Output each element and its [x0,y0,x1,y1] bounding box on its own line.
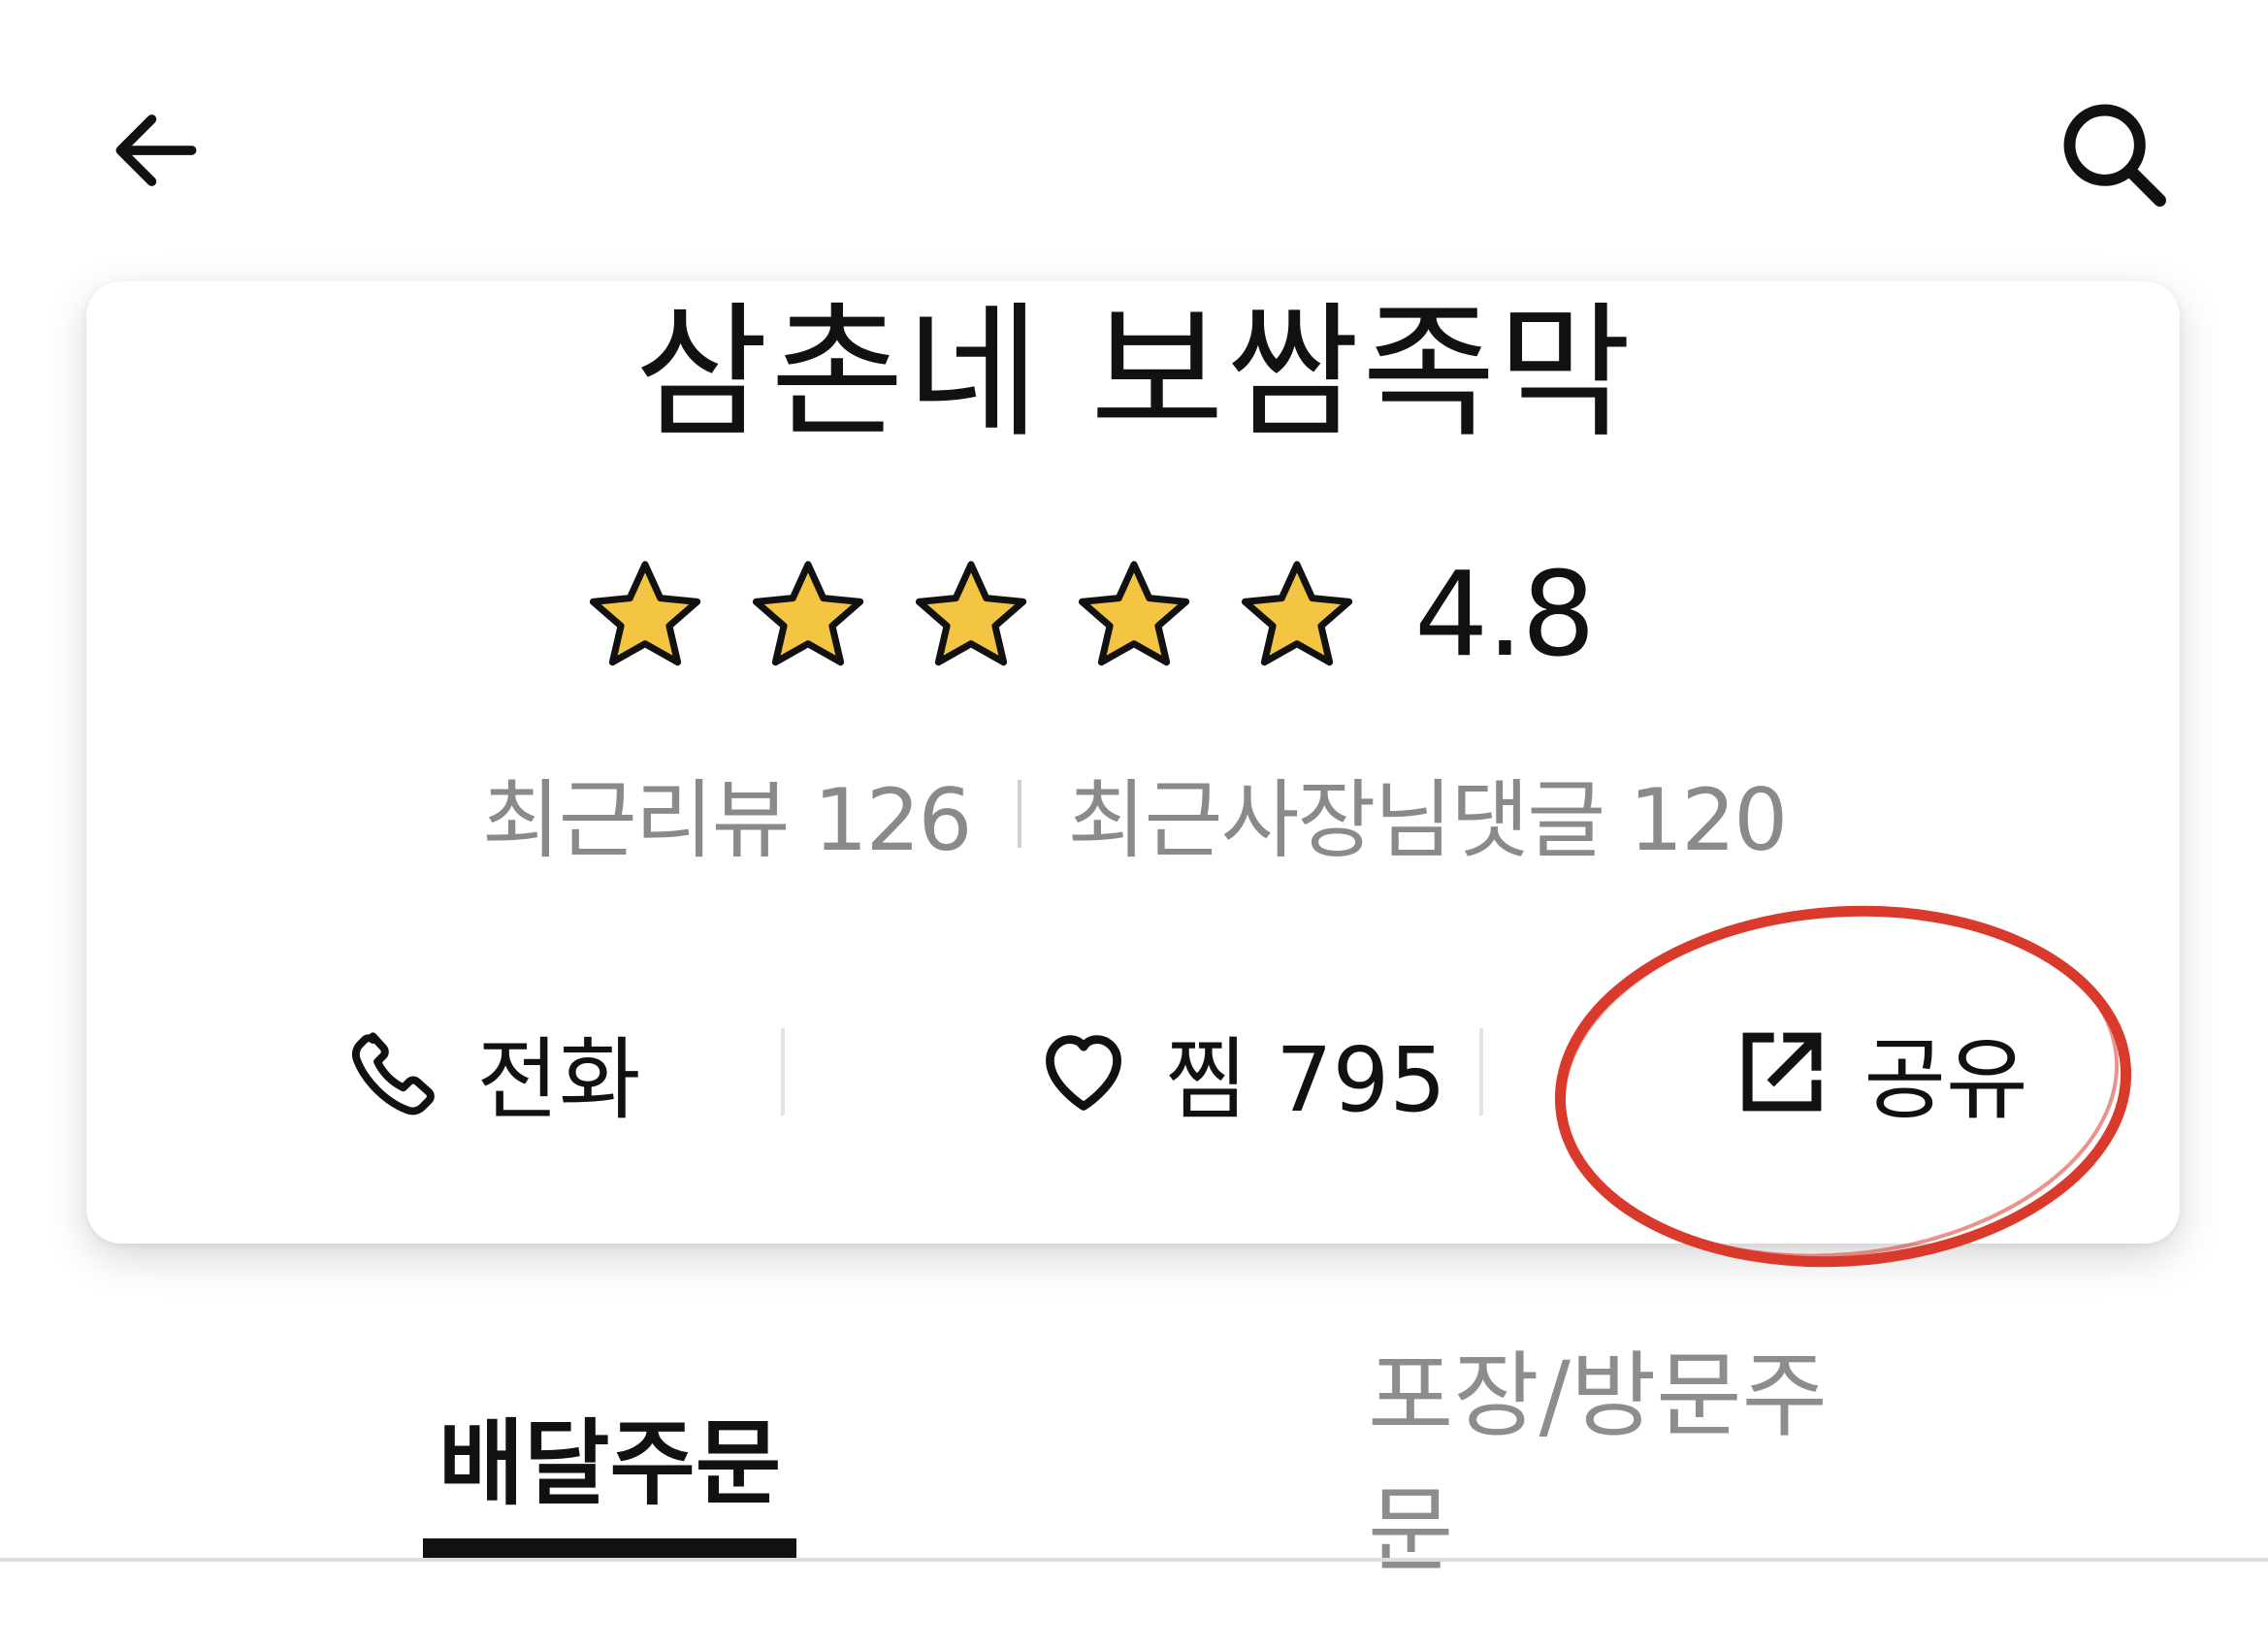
action-divider [1479,1028,1483,1116]
recent-reviews-link[interactable]: 최근리뷰 126 [482,752,973,875]
tabs-divider [0,1558,2268,1562]
call-label: 전화 [476,1027,641,1132]
tab-delivery-order[interactable]: 배달주문 [423,1377,796,1533]
call-button[interactable]: 전화 [290,1009,697,1135]
action-divider [781,1028,785,1116]
annotation-circle [1554,905,2132,1268]
phone-icon [352,1032,436,1116]
order-type-tabs: 배달주문 포장/방문주문 [0,1342,2268,1585]
back-button[interactable] [93,87,219,213]
heart-icon [1046,1035,1122,1111]
search-icon [2063,104,2166,207]
like-button[interactable]: 찜 795 [940,1009,1541,1135]
store-name: 삼촌네 보쌈족막 [634,289,1634,458]
like-label: 찜 795 [1165,1027,1446,1132]
star-icon [589,561,701,666]
star-icon [1241,561,1353,666]
rating-row[interactable]: 4.8 [582,543,1596,689]
star-icon [752,561,864,666]
rating-value: 4.8 [1414,548,1596,683]
tab-pickup-visit-order[interactable]: 포장/방문주문 [1368,1342,1911,1585]
star-icon [1078,561,1190,666]
back-arrow-icon [115,114,197,186]
active-tab-indicator [423,1538,796,1558]
review-summary: 최근리뷰 126 최근사장님댓글 120 [0,752,2268,875]
owner-replies-link[interactable]: 최근사장님댓글 120 [1068,752,1789,875]
star-icon [915,561,1027,666]
search-button[interactable] [2047,87,2183,223]
review-divider [1017,779,1021,848]
store-detail-page: 삼촌네 보쌈족막 4.8 최근리뷰 126 최근사장님댓글 120 전화 찜 7… [0,0,2268,1649]
